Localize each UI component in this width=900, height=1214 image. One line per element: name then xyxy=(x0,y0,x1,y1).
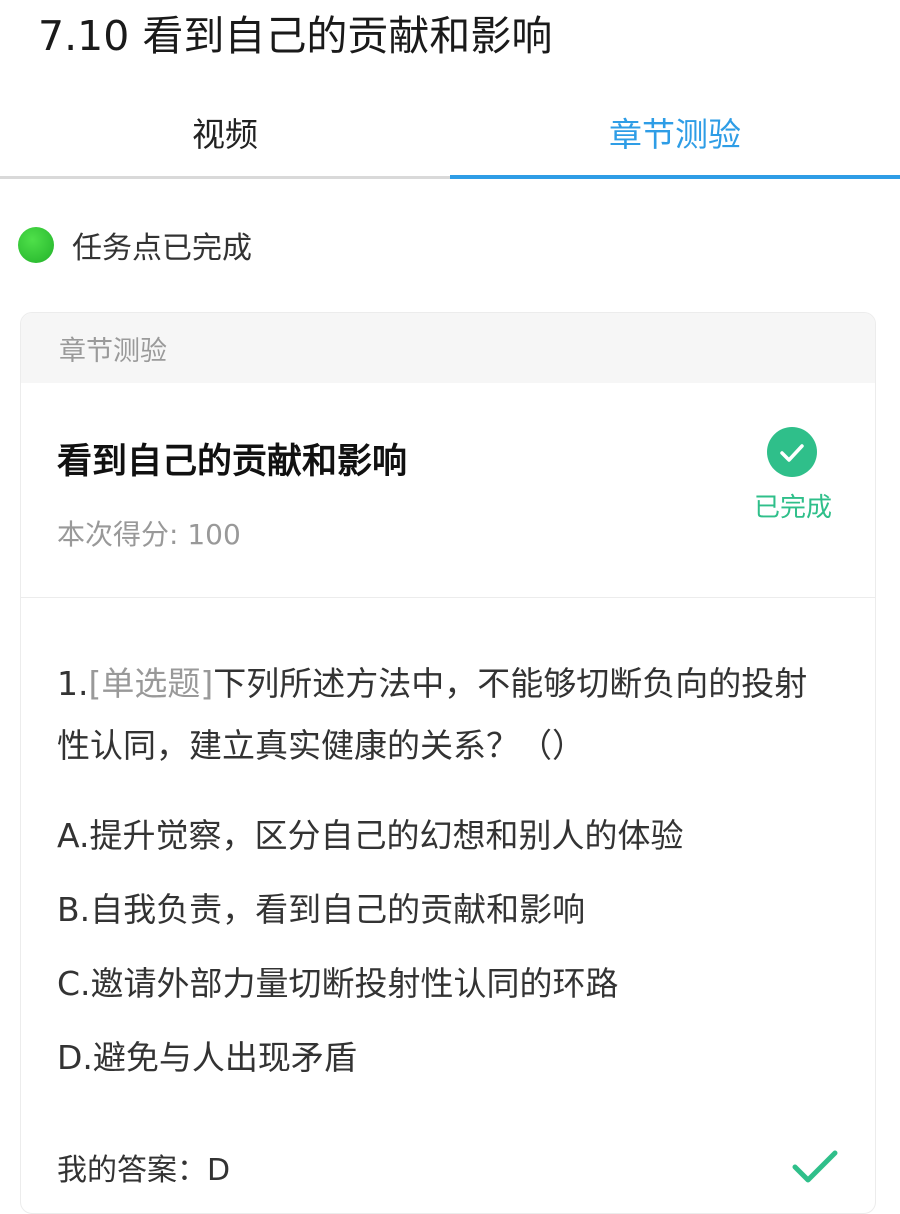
page-title: 7.10 看到自己的贡献和影响 xyxy=(38,12,553,60)
tab-video[interactable]: 视频 xyxy=(0,88,450,176)
active-tab-indicator xyxy=(450,175,900,179)
quiz-summary[interactable]: 看到自己的贡献和影响 本次得分: 100 已完成 xyxy=(21,383,875,598)
tab-bar: 视频 章节测验 xyxy=(0,88,900,180)
checkmark-icon xyxy=(791,1147,839,1187)
quiz-card: 章节测验 看到自己的贡献和影响 本次得分: 100 已完成 1.[单选题]下列所… xyxy=(20,312,876,1214)
option-a: A.提升觉察，区分自己的幻想和别人的体验 xyxy=(57,816,684,855)
question-type: [单选题] xyxy=(88,664,214,703)
option-d: D.避免与人出现矛盾 xyxy=(57,1038,357,1077)
completed-label: 已完成 xyxy=(753,493,832,523)
question-options: A.提升觉察，区分自己的幻想和别人的体验 B.自我负责，看到自己的贡献和影响 C… xyxy=(57,799,857,1095)
option-b: B.自我负责，看到自己的贡献和影响 xyxy=(57,890,586,929)
quiz-name: 看到自己的贡献和影响 xyxy=(57,442,408,482)
question-number: 1. xyxy=(57,664,89,703)
check-circle-icon xyxy=(767,427,817,477)
completed-badge: 已完成 xyxy=(741,427,845,527)
task-status: 任务点已完成 xyxy=(18,222,252,268)
question-1: 1.[单选题]下列所述方法中，不能够切断负向的投射性认同，建立真实健康的关系？（… xyxy=(57,653,837,777)
status-dot-icon xyxy=(18,227,54,263)
task-status-text: 任务点已完成 xyxy=(72,231,252,266)
card-header: 章节测验 xyxy=(21,313,875,383)
my-answer: 我的答案：D xyxy=(57,1153,231,1188)
tab-chapter-quiz[interactable]: 章节测验 xyxy=(450,88,900,176)
quiz-score: 本次得分: 100 xyxy=(57,518,241,551)
option-c: C.邀请外部力量切断投射性认同的环路 xyxy=(57,964,619,1003)
